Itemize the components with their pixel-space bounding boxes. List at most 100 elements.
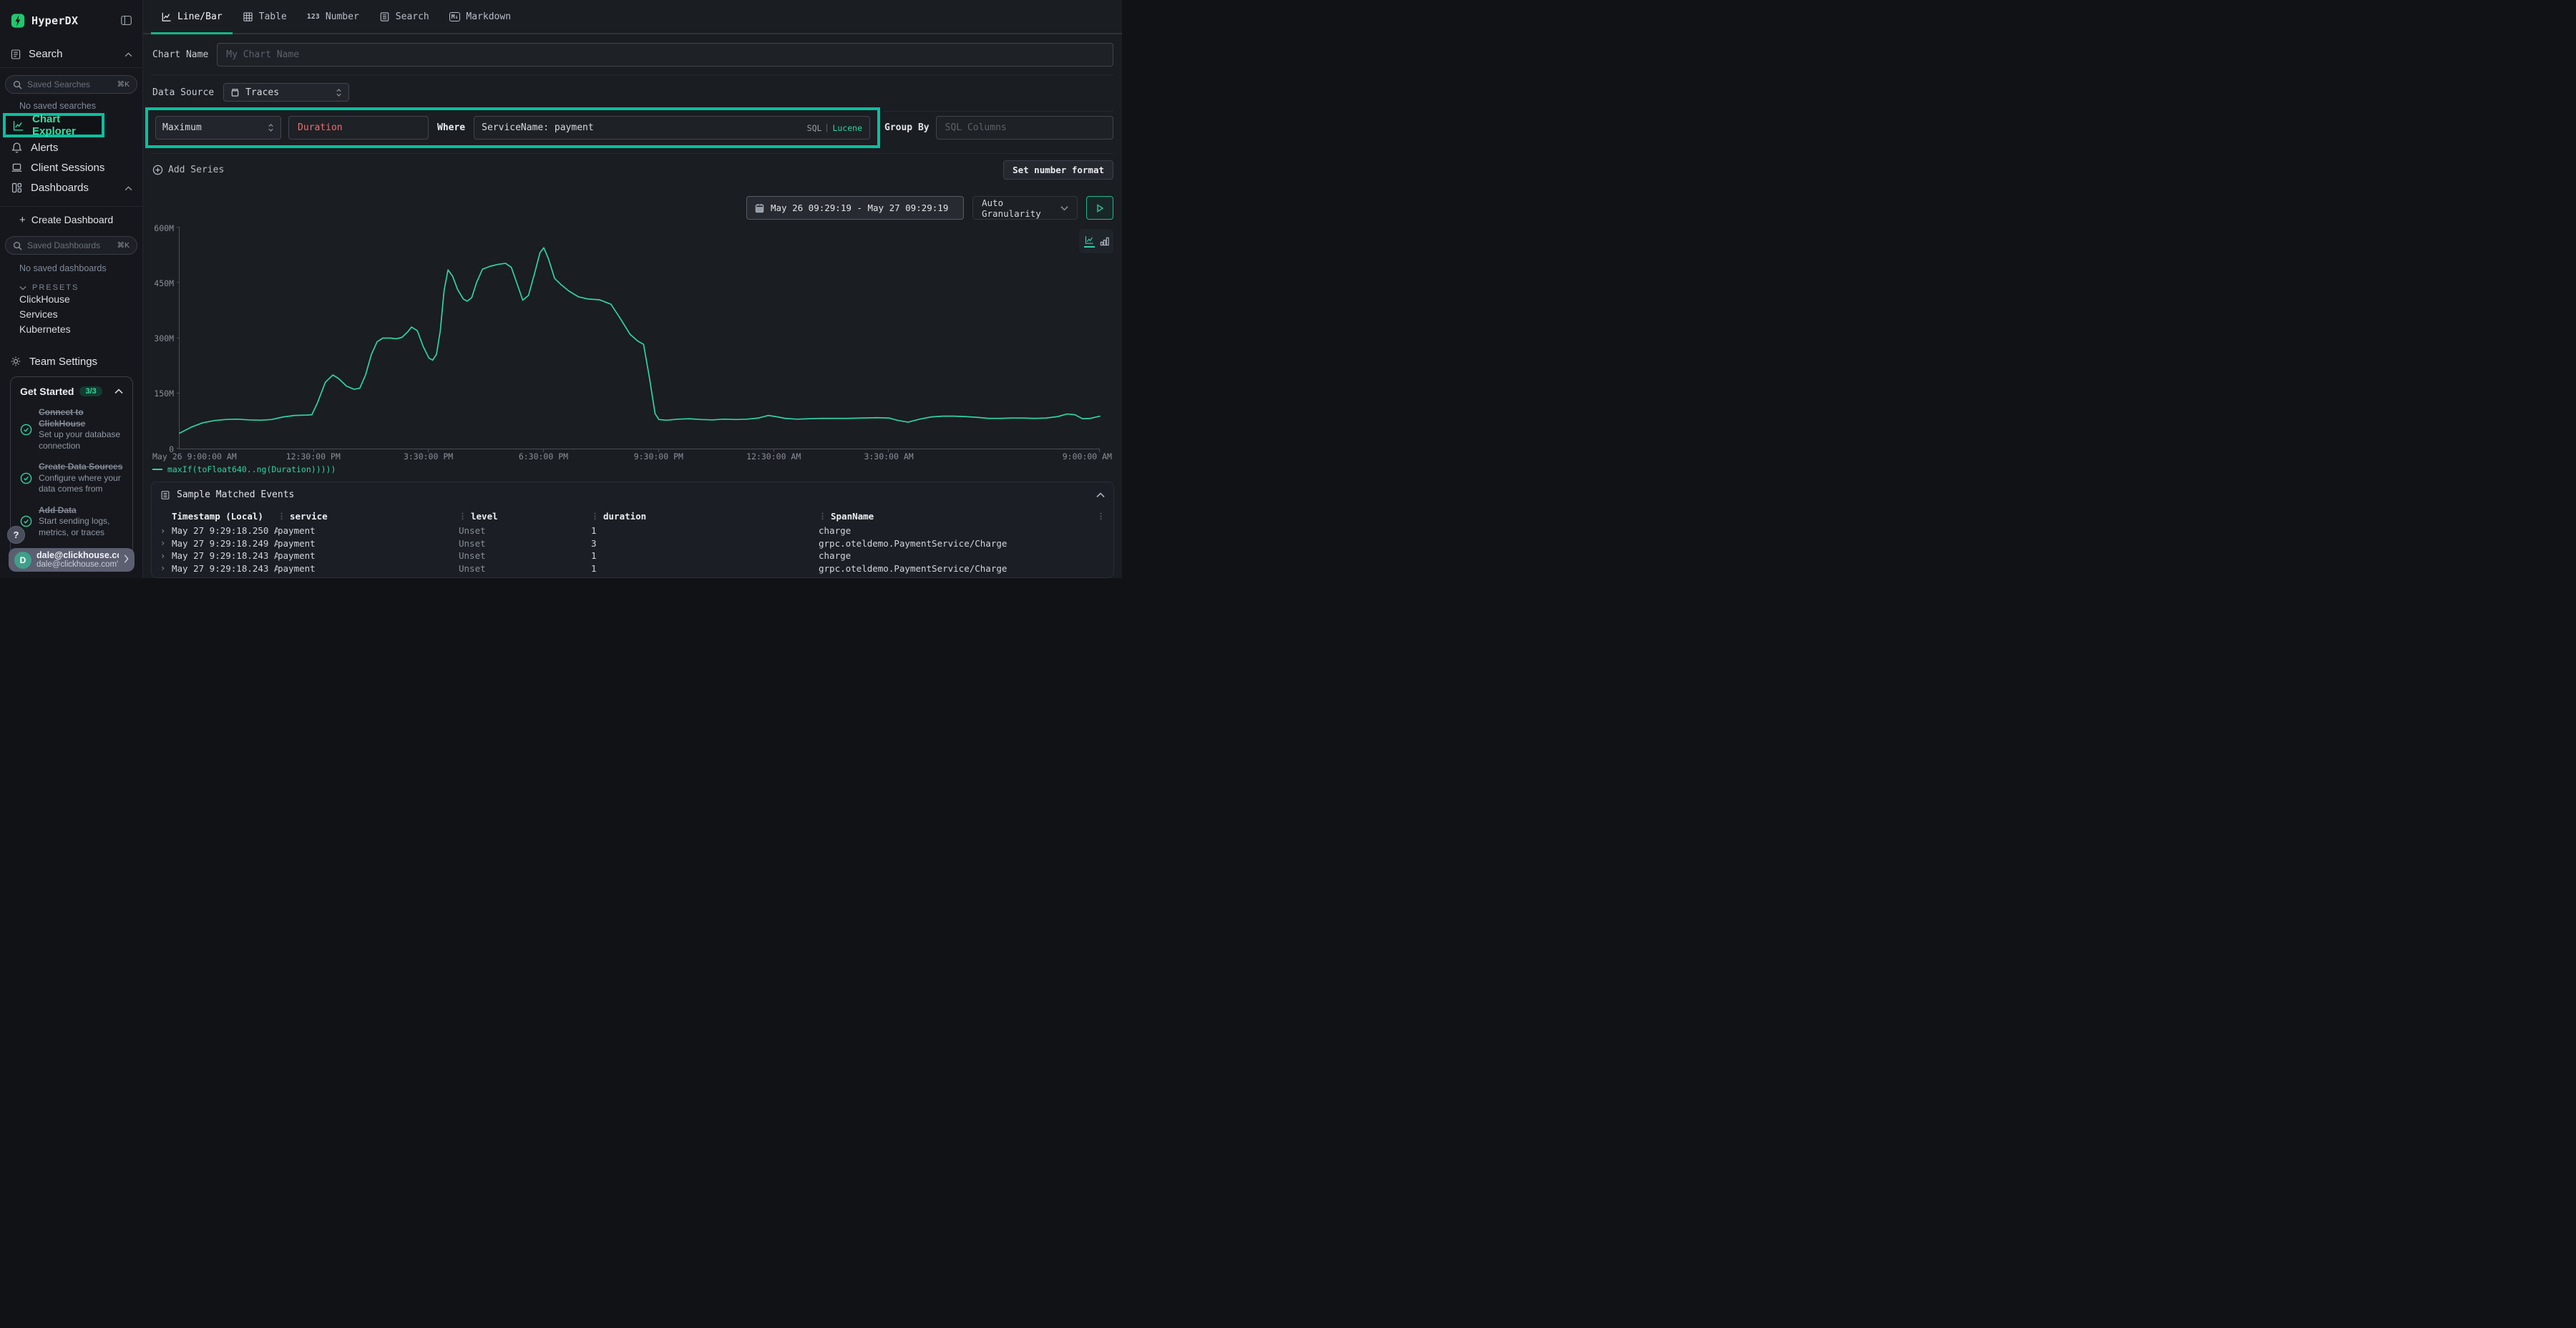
chart-legend[interactable]: maxIf(toFloat640..ng(Duration))))): [152, 464, 1100, 474]
sidebar-item-alerts[interactable]: Alerts: [0, 137, 142, 157]
granularity-select[interactable]: Auto Granularity: [972, 196, 1078, 220]
date-range-picker[interactable]: May 26 09:29:19 - May 27 09:29:19: [746, 196, 964, 220]
team-settings-label: Team Settings: [29, 356, 97, 368]
tab-label: Search: [396, 11, 429, 22]
chevron-up-icon[interactable]: [114, 385, 123, 398]
aggregation-value: Maximum: [162, 122, 202, 133]
date-range-value: May 26 09:29:19 - May 27 09:29:19: [771, 202, 948, 213]
line-chart-icon: [12, 119, 24, 132]
sidebar-item-label: Chart Explorer: [32, 113, 95, 137]
column-header-duration[interactable]: ⋮duration: [591, 511, 819, 522]
axis-tick: [177, 448, 180, 449]
sidebar: HyperDX Search ⌘K No saved searches Char…: [0, 0, 143, 578]
tab-search[interactable]: Search: [369, 0, 439, 33]
axis-tick: [177, 393, 180, 394]
bar-mode-icon[interactable]: [1100, 236, 1109, 246]
events-table: Timestamp (Local) ⋮service ⋮level ⋮durat…: [160, 509, 1105, 575]
column-grip-icon[interactable]: ⋮: [819, 512, 826, 521]
number-123-icon: 123: [307, 13, 320, 21]
saved-dashboards-field[interactable]: [27, 240, 112, 250]
table-row[interactable]: › May 27 9:29:18.250 AM payment Unset 1 …: [160, 524, 1105, 537]
sidebar-item-client-sessions[interactable]: Client Sessions: [0, 157, 142, 177]
check-circle-icon: [20, 515, 32, 527]
table-row[interactable]: › May 27 9:29:18.243 AM payment Unset 1 …: [160, 562, 1105, 575]
create-dashboard-button[interactable]: + Create Dashboard: [0, 210, 142, 230]
tab-markdown[interactable]: M↓ Markdown: [439, 0, 521, 33]
run-query-button[interactable]: [1086, 196, 1113, 220]
chart-line-svg: [180, 228, 1100, 449]
lucene-toggle[interactable]: Lucene: [832, 123, 862, 133]
events-panel-header[interactable]: Sample Matched Events: [160, 489, 1105, 500]
set-number-format-button[interactable]: Set number format: [1003, 160, 1113, 180]
events-table-header: Timestamp (Local) ⋮service ⋮level ⋮durat…: [160, 509, 1105, 523]
column-grip-icon[interactable]: ⋮: [591, 512, 599, 521]
chart-display-toggle[interactable]: [1079, 229, 1113, 253]
preset-clickhouse[interactable]: ClickHouse: [0, 292, 142, 307]
add-series-label: Add Series: [168, 165, 224, 175]
cell-spanname: grpc.oteldemo.PaymentService/Charge: [819, 538, 1095, 549]
help-button[interactable]: ?: [7, 526, 25, 544]
line-mode-icon[interactable]: [1084, 235, 1095, 248]
field-input[interactable]: Duration: [288, 116, 429, 140]
database-icon: [230, 88, 240, 97]
avatar: D: [14, 552, 31, 569]
sidebar-item-team-settings[interactable]: Team Settings: [0, 351, 142, 371]
group-by-section: Group By: [884, 116, 1122, 140]
table-menu-icon[interactable]: ⋮: [1095, 512, 1105, 521]
chart-name-input[interactable]: [217, 43, 1113, 67]
group-by-input[interactable]: [936, 116, 1113, 140]
user-menu[interactable]: D dale@clickhouse.com dale@clickhouse.co…: [9, 548, 135, 572]
get-started-item[interactable]: Connect to ClickHouseSet up your databas…: [20, 407, 123, 451]
saved-searches-input[interactable]: ⌘K: [5, 75, 137, 94]
time-series-chart[interactable]: 0150M300M450M600M: [179, 228, 1100, 449]
table-row[interactable]: › May 27 9:29:18.243 AM payment Unset 1 …: [160, 550, 1105, 562]
toggle-divider: [826, 124, 827, 132]
saved-dashboards-input[interactable]: ⌘K: [5, 236, 137, 255]
data-source-select[interactable]: Traces: [223, 83, 349, 102]
chart-name-label: Chart Name: [152, 49, 208, 60]
divider: [152, 74, 1113, 75]
expand-row-icon[interactable]: ›: [160, 563, 172, 573]
get-started-item[interactable]: Create Data SourcesConfigure where your …: [20, 462, 123, 495]
x-axis-labels: May 26 9:00:00 AM12:30:00 PM3:30:00 PM6:…: [179, 449, 1100, 462]
column-header-level[interactable]: ⋮level: [459, 511, 591, 522]
get-started-item[interactable]: Add DataStart sending logs, metrics, or …: [20, 505, 123, 539]
preset-kubernetes[interactable]: Kubernetes: [0, 322, 142, 337]
presets-header[interactable]: PRESETS: [19, 283, 142, 292]
tab-label: Table: [259, 11, 287, 22]
hyperdx-logo-icon: [10, 13, 26, 29]
laptop-icon: [10, 162, 23, 174]
sql-toggle[interactable]: SQL: [807, 123, 822, 133]
preset-services[interactable]: Services: [0, 307, 142, 322]
saved-searches-field[interactable]: [27, 79, 112, 89]
user-email: dale@clickhouse.com: [36, 550, 119, 560]
expand-row-icon[interactable]: ›: [160, 551, 172, 561]
aggregation-select[interactable]: Maximum: [155, 116, 281, 140]
tab-table[interactable]: Table: [233, 0, 297, 33]
cell-spanname: charge: [819, 525, 1095, 536]
tab-label: Markdown: [466, 11, 511, 22]
sidebar-section-search[interactable]: Search: [0, 41, 142, 68]
tab-line-bar[interactable]: Line/Bar: [151, 0, 233, 33]
table-row[interactable]: › May 27 9:29:18.249 AM payment Unset 3 …: [160, 537, 1105, 550]
tab-number[interactable]: 123 Number: [297, 0, 369, 33]
column-header-spanname[interactable]: ⋮SpanName: [819, 511, 1095, 522]
sidebar-item-chart-explorer[interactable]: Chart Explorer: [6, 116, 102, 135]
sidebar-collapse-icon[interactable]: [120, 14, 132, 26]
column-grip-icon[interactable]: ⋮: [278, 512, 286, 521]
cell-duration: 1: [591, 525, 819, 536]
collapse-chevron-icon[interactable]: [1096, 492, 1105, 498]
expand-row-icon[interactable]: ›: [160, 538, 172, 548]
column-header-timestamp[interactable]: Timestamp (Local): [172, 511, 278, 522]
chart-explorer-annotation-box: Chart Explorer: [3, 113, 104, 137]
column-header-service[interactable]: ⋮service: [278, 511, 459, 522]
add-series-button[interactable]: Add Series: [152, 165, 224, 175]
get-started-card: Get Started 3/3 Connect to ClickHouseSet…: [10, 376, 133, 567]
expand-row-icon[interactable]: ›: [160, 526, 172, 536]
series-actions-row: Add Series Set number format: [152, 160, 1113, 180]
where-query-input[interactable]: ServiceName: payment SQL Lucene: [474, 116, 870, 140]
sidebar-item-label: Dashboards: [31, 182, 89, 194]
app-title: HyperDX: [31, 14, 78, 27]
sidebar-item-dashboards[interactable]: Dashboards: [0, 177, 142, 197]
column-grip-icon[interactable]: ⋮: [459, 512, 467, 521]
